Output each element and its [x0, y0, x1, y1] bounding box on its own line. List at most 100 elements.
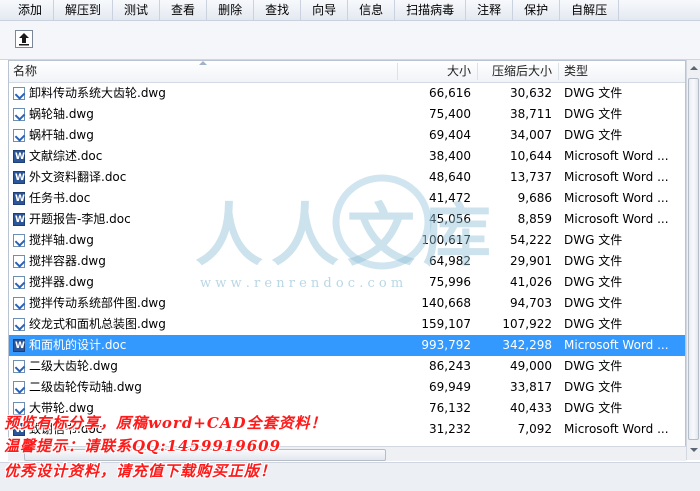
file-type: DWG 文件: [564, 275, 623, 289]
list-header: 名称 大小 压缩后大小 类型: [9, 61, 685, 83]
file-size: 31,232: [429, 422, 471, 436]
file-row[interactable]: 开题报告-李旭.doc 45,056 8,859 Microsoft Word ...: [9, 209, 685, 231]
file-list[interactable]: 名称 大小 压缩后大小 类型 卸料传动系统大齿轮.dwg 66,616 30,632…: [8, 60, 686, 460]
file-compressed-size: 107,922: [502, 317, 552, 331]
file-compressed-size: 33,817: [510, 380, 552, 394]
column-header-type[interactable]: 类型: [564, 61, 588, 82]
column-header-size[interactable]: 大小: [401, 61, 471, 82]
dwg-file-icon: [13, 87, 25, 100]
file-type: DWG 文件: [564, 317, 623, 331]
file-size: 38,400: [429, 149, 471, 163]
file-type: DWG 文件: [564, 380, 623, 394]
file-row[interactable]: 二级齿轮传动轴.dwg 69,949 33,817 DWG 文件: [9, 377, 685, 398]
extract-to-button[interactable]: 解压到: [54, 0, 114, 20]
file-compressed-size: 40,433: [510, 401, 552, 415]
file-name: 开题报告-李旭.doc: [29, 212, 131, 226]
file-row[interactable]: 蜗杆轴.dwg 69,404 34,007 DWG 文件: [9, 125, 685, 146]
column-separator[interactable]: [558, 63, 559, 80]
file-size: 41,472: [429, 191, 471, 205]
up-arrow-icon: [19, 33, 29, 46]
file-name: 和面机的设计.doc: [29, 338, 127, 352]
file-row[interactable]: 搅拌传动系统部件图.dwg 140,668 94,703 DWG 文件: [9, 293, 685, 314]
file-row[interactable]: 搅拌轴.dwg 100,617 54,222 DWG 文件: [9, 230, 685, 251]
dwg-file-icon: [13, 276, 25, 289]
file-row[interactable]: 二级大齿轮.dwg 86,243 49,000 DWG 文件: [9, 356, 685, 377]
file-size: 64,982: [429, 254, 471, 268]
toolbar: 添加 解压到 测试 查看 删除 查找 向导 信息 扫描病毒 注释 保护 自解压: [0, 0, 700, 21]
test-button[interactable]: 测试: [113, 0, 161, 20]
delete-button[interactable]: 删除: [207, 0, 255, 20]
file-size: 69,949: [429, 380, 471, 394]
file-row[interactable]: 蜗轮轴.dwg 75,400 38,711 DWG 文件: [9, 104, 685, 125]
file-row[interactable]: 任务书.doc 41,472 9,686 Microsoft Word ...: [9, 188, 685, 210]
dwg-file-icon: [13, 297, 25, 310]
file-size: 86,243: [429, 359, 471, 373]
file-compressed-size: 54,222: [510, 233, 552, 247]
word-document-icon: [13, 210, 25, 231]
dwg-file-icon: [13, 129, 25, 142]
file-row[interactable]: 外文资料翻译.doc 48,640 13,737 Microsoft Word ...: [9, 167, 685, 189]
sfx-button[interactable]: 自解压: [560, 0, 620, 20]
file-compressed-size: 9,686: [517, 191, 552, 205]
file-name: 文献综述.doc: [29, 149, 103, 163]
file-row[interactable]: 和面机的设计.doc 993,792 342,298 Microsoft Word .…: [9, 335, 685, 357]
file-type: Microsoft Word ...: [564, 149, 669, 163]
file-type: DWG 文件: [564, 86, 623, 100]
column-header-name[interactable]: 名称: [13, 61, 37, 82]
file-size: 66,616: [429, 86, 471, 100]
dwg-file-icon: [13, 234, 25, 247]
file-name: 蜗杆轴.dwg: [29, 128, 94, 142]
file-size: 75,996: [429, 275, 471, 289]
file-name: 二级齿轮传动轴.dwg: [29, 380, 142, 394]
find-button[interactable]: 查找: [254, 0, 302, 20]
file-name: 搅拌器.dwg: [29, 275, 94, 289]
file-name: 搅拌容器.dwg: [29, 254, 106, 268]
dwg-file-icon: [13, 360, 25, 373]
overlay-notice-line1: 预览有标分享，原稿word+CAD全套资料！: [4, 414, 327, 432]
file-name: 外文资料翻译.doc: [29, 170, 127, 184]
file-type: DWG 文件: [564, 254, 623, 268]
file-row[interactable]: 卸料传动系统大齿轮.dwg 66,616 30,632 DWG 文件: [9, 83, 685, 104]
file-name: 二级大齿轮.dwg: [29, 359, 118, 373]
info-button[interactable]: 信息: [348, 0, 396, 20]
column-header-compressed[interactable]: 压缩后大小: [481, 61, 552, 82]
vertical-scrollbar[interactable]: [686, 60, 700, 460]
word-document-icon: [13, 189, 25, 210]
file-type: DWG 文件: [564, 128, 623, 142]
column-separator[interactable]: [397, 63, 398, 80]
add-button[interactable]: 添加: [0, 0, 55, 20]
file-row[interactable]: 文献综述.doc 38,400 10,644 Microsoft Word ...: [9, 146, 685, 168]
file-name: 搅拌传动系统部件图.dwg: [29, 296, 166, 310]
dwg-file-icon: [13, 255, 25, 268]
scroll-thumb[interactable]: [688, 78, 699, 440]
word-document-icon: [13, 147, 25, 168]
file-row[interactable]: 绞龙式和面机总装图.dwg 159,107 107,922 DWG 文件: [9, 314, 685, 335]
column-separator[interactable]: [477, 63, 478, 80]
word-document-icon: [13, 168, 25, 189]
file-compressed-size: 30,632: [510, 86, 552, 100]
file-type: Microsoft Word ...: [564, 170, 669, 184]
sort-indicator-icon: [199, 61, 207, 65]
file-type: Microsoft Word ...: [564, 212, 669, 226]
file-size: 140,668: [421, 296, 471, 310]
scroll-down-icon[interactable]: [690, 448, 698, 452]
file-size: 75,400: [429, 107, 471, 121]
file-name: 卸料传动系统大齿轮.dwg: [29, 86, 166, 100]
file-size: 76,132: [429, 401, 471, 415]
protect-button[interactable]: 保护: [513, 0, 561, 20]
wizard-button[interactable]: 向导: [301, 0, 349, 20]
scroll-up-icon[interactable]: [690, 66, 698, 70]
file-compressed-size: 38,711: [510, 107, 552, 121]
file-type: Microsoft Word ...: [564, 191, 669, 205]
file-compressed-size: 13,737: [510, 170, 552, 184]
up-folder-button[interactable]: [15, 30, 33, 48]
dwg-file-icon: [13, 318, 25, 331]
file-name: 搅拌轴.dwg: [29, 233, 94, 247]
view-button[interactable]: 查看: [160, 0, 208, 20]
file-compressed-size: 7,092: [517, 422, 552, 436]
comment-button[interactable]: 注释: [466, 0, 514, 20]
file-row[interactable]: 搅拌器.dwg 75,996 41,026 DWG 文件: [9, 272, 685, 293]
virus-scan-button[interactable]: 扫描病毒: [395, 0, 467, 20]
file-compressed-size: 10,644: [510, 149, 552, 163]
file-row[interactable]: 搅拌容器.dwg 64,982 29,901 DWG 文件: [9, 251, 685, 272]
